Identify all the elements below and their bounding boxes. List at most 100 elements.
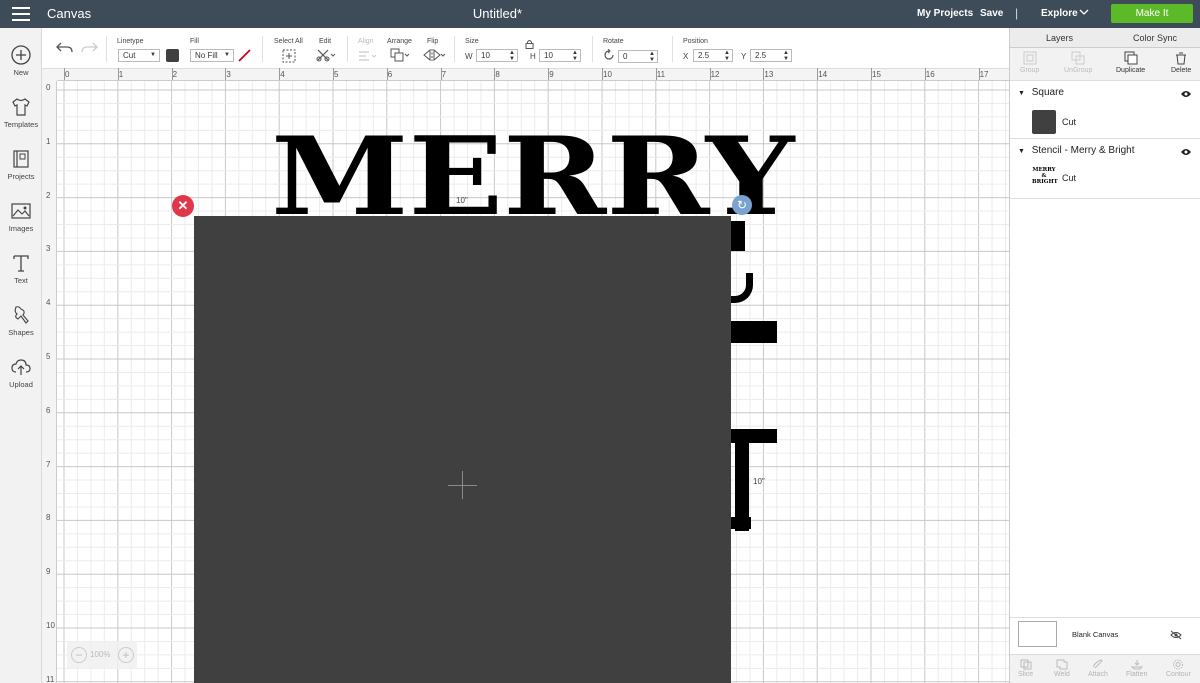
weld-icon bbox=[1056, 659, 1068, 670]
flatten-label: Flatten bbox=[1126, 671, 1148, 678]
square-center-crosshair bbox=[448, 485, 477, 486]
stepper-icon[interactable]: ▲ ▼ bbox=[572, 50, 578, 62]
rotate-handle[interactable]: ↻ bbox=[732, 195, 752, 215]
sidebar-item-shapes[interactable]: Shapes bbox=[0, 304, 42, 337]
x-position-input[interactable]: 2.5 ▲ ▼ bbox=[693, 49, 733, 62]
upload-cloud-icon bbox=[11, 359, 31, 375]
ruler-tick bbox=[655, 68, 657, 80]
trash-icon bbox=[1176, 52, 1187, 65]
delete-handle[interactable]: ✕ bbox=[172, 195, 194, 217]
sidebar-item-templates[interactable]: Templates bbox=[0, 96, 42, 129]
left-sidebar: New Templates Projects Images Text Shape… bbox=[0, 28, 42, 683]
layer-group-stencil[interactable]: ▼ Stencil - Merry & Bright MERRY & BRIGH… bbox=[1010, 139, 1200, 199]
ruler-tick bbox=[709, 68, 711, 80]
undo-icon[interactable] bbox=[56, 41, 74, 58]
my-projects-link[interactable]: My Projects bbox=[917, 8, 973, 19]
eye-icon[interactable] bbox=[1180, 89, 1192, 101]
square-shape[interactable] bbox=[194, 216, 731, 683]
sidebar-item-label: Projects bbox=[7, 172, 35, 181]
fill-select[interactable]: No Fill ▼ bbox=[190, 49, 234, 62]
tab-layers[interactable]: Layers bbox=[1046, 33, 1073, 43]
ruler-tick-label: 8 bbox=[495, 70, 500, 79]
edit-toolbar: Linetype Cut ▼ Fill No Fill ▼ Select All… bbox=[42, 28, 1009, 69]
arrange-icon[interactable] bbox=[390, 48, 412, 65]
layer-title[interactable]: ▼ Stencil - Merry & Bright bbox=[1018, 145, 1135, 156]
sidebar-item-images[interactable]: Images bbox=[0, 200, 42, 233]
layer-title[interactable]: ▼ Square bbox=[1018, 87, 1064, 98]
ruler-tick-label: 4 bbox=[46, 298, 51, 308]
stepper-icon[interactable]: ▲ ▼ bbox=[649, 51, 655, 63]
flatten-icon bbox=[1130, 660, 1143, 670]
linetype-value: Cut bbox=[123, 51, 136, 60]
flip-icon[interactable] bbox=[423, 48, 447, 65]
ruler-tick-label: 11 bbox=[46, 674, 55, 683]
rotate-input[interactable]: 0 ▲ ▼ bbox=[618, 50, 658, 63]
edit-tools-icon[interactable] bbox=[316, 48, 338, 65]
toolbar-divider bbox=[454, 36, 455, 62]
document-title: Untitled* bbox=[472, 6, 523, 21]
ruler-tick bbox=[602, 68, 603, 80]
sidebar-item-upload[interactable]: Upload bbox=[0, 356, 42, 389]
sidebar-item-text[interactable]: Text bbox=[0, 252, 42, 285]
zoom-out-button[interactable]: − bbox=[71, 647, 87, 663]
sidebar-item-new[interactable]: New bbox=[0, 44, 42, 77]
ruler-tick-label: 6 bbox=[387, 70, 393, 79]
ruler-tick bbox=[386, 68, 388, 80]
ruler-tick bbox=[279, 68, 281, 80]
stepper-icon[interactable]: ▲ ▼ bbox=[783, 50, 789, 62]
select-all-icon[interactable] bbox=[282, 49, 296, 66]
weld-label: Weld bbox=[1054, 671, 1070, 678]
make-it-button[interactable]: Make It bbox=[1111, 4, 1193, 23]
stencil-merry-text[interactable]: MERRY bbox=[271, 123, 794, 231]
stencil-fragment bbox=[731, 429, 777, 443]
tab-color-sync[interactable]: Color Sync bbox=[1133, 33, 1177, 43]
lock-icon[interactable] bbox=[525, 39, 534, 52]
arrange-label: Arrange bbox=[387, 38, 412, 45]
plus-circle-icon bbox=[11, 45, 31, 65]
zoom-level: 100% bbox=[90, 650, 111, 659]
ruler-tick bbox=[817, 68, 819, 80]
ruler-tick-label: 7 bbox=[441, 70, 447, 79]
stepper-icon[interactable]: ▲ ▼ bbox=[724, 50, 730, 62]
slice-icon bbox=[1020, 659, 1032, 670]
chevron-down-icon[interactable] bbox=[1079, 6, 1089, 21]
zoom-in-button[interactable]: + bbox=[118, 647, 134, 663]
ruler-tick bbox=[171, 68, 173, 80]
save-button[interactable]: Save bbox=[980, 8, 1003, 19]
ruler-tick-label: 6 bbox=[46, 405, 51, 415]
delete-button[interactable]: Delete bbox=[1171, 51, 1191, 74]
sidebar-item-label: Text bbox=[14, 276, 28, 285]
thumb-text: BRIGHT bbox=[1032, 179, 1058, 185]
height-input[interactable]: 10 ▲ ▼ bbox=[539, 49, 581, 62]
layer-thumbnail bbox=[1032, 110, 1056, 134]
y-position-input[interactable]: 2.5 ▲ ▼ bbox=[750, 49, 792, 62]
design-canvas[interactable]: MERRY 10" 10" ✕ ↻ bbox=[57, 81, 1009, 683]
redo-icon[interactable] bbox=[80, 41, 98, 58]
edit-label: Edit bbox=[319, 38, 332, 45]
blank-canvas-thumbnail[interactable] bbox=[1018, 621, 1057, 647]
width-input[interactable]: 10 ▲ ▼ bbox=[476, 49, 518, 62]
explore-menu[interactable]: Explore bbox=[1041, 8, 1078, 19]
ruler-tick-label: 0 bbox=[65, 70, 70, 79]
vertical-ruler: 0 1 2 3 4 5 6 7 8 9 10 11 bbox=[42, 81, 57, 683]
caret-down-icon[interactable]: ▼ bbox=[1018, 148, 1025, 155]
sidebar-item-projects[interactable]: Projects bbox=[0, 148, 42, 181]
width-dimension-label: 10" bbox=[456, 196, 468, 205]
stencil-fragment bbox=[731, 517, 751, 529]
no-fill-swatch-icon[interactable] bbox=[238, 49, 251, 65]
linetype-color-swatch[interactable] bbox=[166, 49, 179, 62]
layer-group-square[interactable]: ▼ Square Cut bbox=[1010, 81, 1200, 139]
ruler-tick bbox=[64, 68, 65, 80]
stepper-icon[interactable]: ▲ ▼ bbox=[509, 50, 515, 62]
toolbar-divider bbox=[106, 36, 107, 62]
eye-hidden-icon[interactable] bbox=[1170, 630, 1182, 643]
caret-down-icon[interactable]: ▼ bbox=[1018, 90, 1025, 97]
ruler-tick-label: 17 bbox=[979, 70, 989, 79]
stencil-fragment bbox=[731, 221, 745, 251]
duplicate-button[interactable]: Duplicate bbox=[1116, 51, 1145, 74]
layer-name: Square bbox=[1031, 87, 1064, 98]
linetype-select[interactable]: Cut ▼ bbox=[118, 49, 160, 62]
eye-icon[interactable] bbox=[1180, 147, 1192, 159]
panel-tabs: Layers Color Sync bbox=[1010, 28, 1200, 48]
x-position-value: 2.5 bbox=[698, 51, 710, 60]
